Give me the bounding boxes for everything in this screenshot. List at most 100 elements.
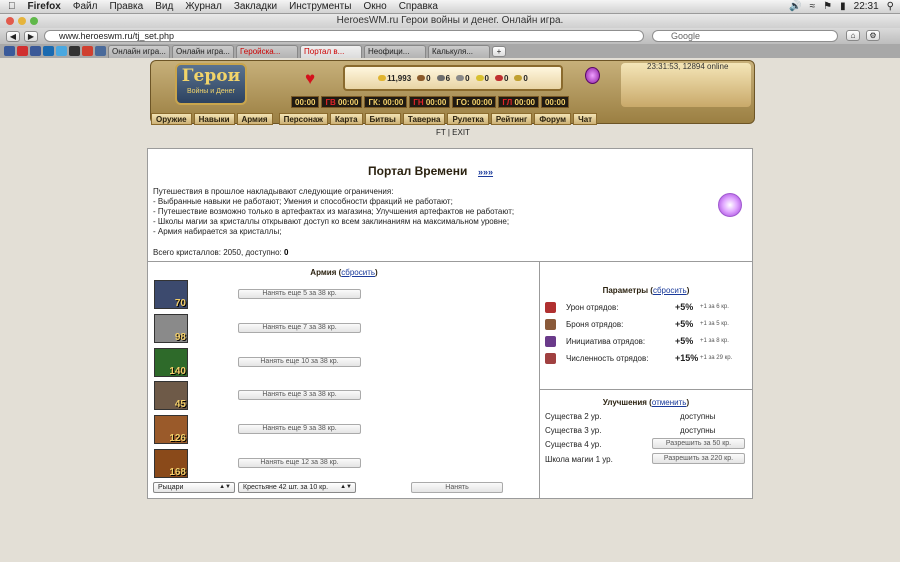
menu-view[interactable]: Вид: [155, 1, 173, 12]
tab-portal[interactable]: Портал в...: [300, 44, 362, 58]
timer-gk[interactable]: ГК: 00:00: [364, 96, 408, 108]
unit-slot-3[interactable]: 140: [154, 348, 188, 377]
param-row-count[interactable]: Численность отрядов: +15% +1 за 29 кр.: [545, 353, 750, 365]
menu-help[interactable]: Справка: [399, 1, 438, 12]
faction-select[interactable]: Рыцари ▲▼: [153, 482, 235, 493]
param-row-armor[interactable]: Броня отрядов: +5% +1 за 5 кр.: [545, 319, 750, 331]
menu-file[interactable]: Файл: [73, 1, 98, 12]
bookmark-youtube-icon[interactable]: [17, 46, 28, 56]
unit-slot-6[interactable]: 168: [154, 449, 188, 478]
unit-select[interactable]: Крестьяне 42 шт. за 10 кр. ▲▼: [238, 482, 356, 493]
time-portal-icon: [718, 193, 742, 217]
rule-line: - Армия набирается за кристаллы;: [153, 227, 282, 236]
menu-edit[interactable]: Правка: [109, 1, 143, 12]
menu-app-name[interactable]: Firefox: [28, 1, 61, 12]
hire-button[interactable]: Нанять: [411, 482, 503, 493]
spotlight-icon[interactable]: ⚲: [887, 1, 894, 12]
hire-more-button-2[interactable]: Нанять еще 7 за 38 кр.: [238, 323, 361, 333]
portal-more-link[interactable]: »»»: [478, 167, 493, 177]
nav-skills[interactable]: Навыки: [193, 113, 235, 125]
unit-slot-1[interactable]: 70: [154, 280, 188, 309]
params-reset-link[interactable]: сбросить: [653, 286, 687, 295]
page-title: Портал Времени: [368, 164, 468, 178]
zoom-icon[interactable]: [30, 17, 38, 25]
nav-weapons[interactable]: Оружие: [151, 113, 192, 125]
bookmark-vk-icon[interactable]: [95, 46, 106, 56]
bookmark-bookmarks-icon[interactable]: [4, 46, 15, 56]
tab-geroiska[interactable]: Геройска...: [236, 44, 298, 58]
tab-heroes-1[interactable]: Онлайн игра...: [108, 44, 170, 58]
unit-slot-5[interactable]: 126: [154, 415, 188, 444]
nav-forum[interactable]: Форум: [534, 113, 572, 125]
url-bar[interactable]: www.heroeswm.ru/tj_set.php: [44, 30, 644, 42]
game-logo[interactable]: Герои Войны и Денег: [175, 63, 247, 105]
mana-potion-icon[interactable]: [585, 67, 600, 84]
bookmark-twitter-icon[interactable]: [56, 46, 67, 56]
allow-magic-school-button[interactable]: Разрешить за 220 кр.: [652, 453, 745, 464]
timer-gv[interactable]: ГВ 00:00: [321, 96, 363, 108]
resource-wood: 0: [417, 74, 431, 83]
nav-chat[interactable]: Чат: [573, 113, 598, 125]
volume-icon[interactable]: 🔊: [789, 1, 801, 12]
unit-slot-4[interactable]: 45: [154, 381, 188, 410]
menu-window[interactable]: Окно: [363, 1, 386, 12]
menu-history[interactable]: Журнал: [185, 1, 222, 12]
back-icon[interactable]: ◀: [6, 30, 20, 42]
timer-gn[interactable]: ГН 00:00: [409, 96, 451, 108]
nav-character[interactable]: Персонаж: [278, 113, 328, 125]
hire-more-button-3[interactable]: Нанять еще 10 за 38 кр.: [238, 357, 361, 367]
params-section: Параметры (сбросить) Урон отрядов: +5% +…: [540, 262, 752, 390]
timer-go[interactable]: ГО: 00:00: [452, 96, 497, 108]
forward-icon[interactable]: ▶: [24, 30, 38, 42]
new-tab-button[interactable]: +: [492, 45, 506, 57]
nav-rating[interactable]: Рейтинг: [490, 113, 533, 125]
portal-rules: Путешествия в прошлое накладывают следую…: [153, 187, 514, 237]
home-icon[interactable]: ⌂: [846, 30, 860, 41]
bookmark-linkedin-icon[interactable]: [43, 46, 54, 56]
timer-gl[interactable]: ГЛ 00:00: [498, 96, 539, 108]
menu-tools[interactable]: Инструменты: [289, 1, 351, 12]
os-menubar:  Firefox Файл Правка Вид Журнал Закладк…: [0, 0, 900, 14]
ft-exit-links[interactable]: FT | EXIT: [436, 128, 470, 137]
hire-more-button-4[interactable]: Нанять еще 3 за 38 кр.: [238, 390, 361, 400]
minimize-icon[interactable]: [18, 17, 26, 25]
close-icon[interactable]: [6, 17, 14, 25]
unit-count: 98: [174, 332, 186, 343]
param-row-damage[interactable]: Урон отрядов: +5% +1 за 6 кр.: [545, 302, 750, 314]
hire-more-button-1[interactable]: Нанять еще 5 за 38 кр.: [238, 289, 361, 299]
nav-roulette[interactable]: Рулетка: [447, 113, 489, 125]
bookmark-gmail-icon[interactable]: [82, 46, 93, 56]
tab-calculator[interactable]: Калькуля...: [428, 44, 490, 58]
nav-battles[interactable]: Битвы: [364, 113, 401, 125]
addon-icon[interactable]: ⚙: [866, 30, 880, 41]
hire-more-button-5[interactable]: Нанять еще 9 за 38 кр.: [238, 424, 361, 434]
upgrade-row: Существа 4 ур. Разрешить за 50 кр.: [545, 438, 750, 451]
system-clock[interactable]: 22:31: [854, 1, 879, 12]
health-heart-icon[interactable]: ♥: [305, 69, 315, 89]
upgrades-cancel-link[interactable]: отменить: [652, 398, 687, 407]
mercury-icon: [456, 75, 465, 82]
wifi-icon[interactable]: ≈: [810, 1, 816, 12]
hire-more-button-6[interactable]: Нанять еще 12 за 38 кр.: [238, 458, 361, 468]
tab-neofic[interactable]: Неофици...: [364, 44, 426, 58]
search-input[interactable]: Google: [652, 30, 838, 42]
param-row-initiative[interactable]: Инициатива отрядов: +5% +1 за 8 кр.: [545, 336, 750, 348]
url-text: www.heroeswm.ru/tj_set.php: [59, 31, 175, 41]
flag-icon[interactable]: ⚑: [823, 1, 832, 12]
nav-tavern[interactable]: Таверна: [402, 113, 446, 125]
resource-gems: 0: [514, 74, 528, 83]
params-title: Параметры (сбросить): [602, 286, 690, 295]
nav-army[interactable]: Армия: [236, 113, 273, 125]
menu-bookmarks[interactable]: Закладки: [234, 1, 277, 12]
apple-icon[interactable]: : [8, 1, 16, 12]
army-reset-link[interactable]: сбросить: [341, 268, 375, 277]
allow-level4-button[interactable]: Разрешить за 50 кр.: [652, 438, 745, 449]
battery-icon[interactable]: ▮: [840, 1, 846, 12]
tab-heroes-2[interactable]: Онлайн игра...: [172, 44, 234, 58]
unit-slot-2[interactable]: 98: [154, 314, 188, 343]
nav-map[interactable]: Карта: [329, 113, 363, 125]
bookmark-hh-icon[interactable]: [69, 46, 80, 56]
portal-section: Портал Времени »»» Путешествия в прошлое…: [148, 149, 752, 262]
bookmark-facebook-icon[interactable]: [30, 46, 41, 56]
window-title: HeroesWM.ru Герои войны и денег. Онлайн …: [336, 15, 564, 26]
